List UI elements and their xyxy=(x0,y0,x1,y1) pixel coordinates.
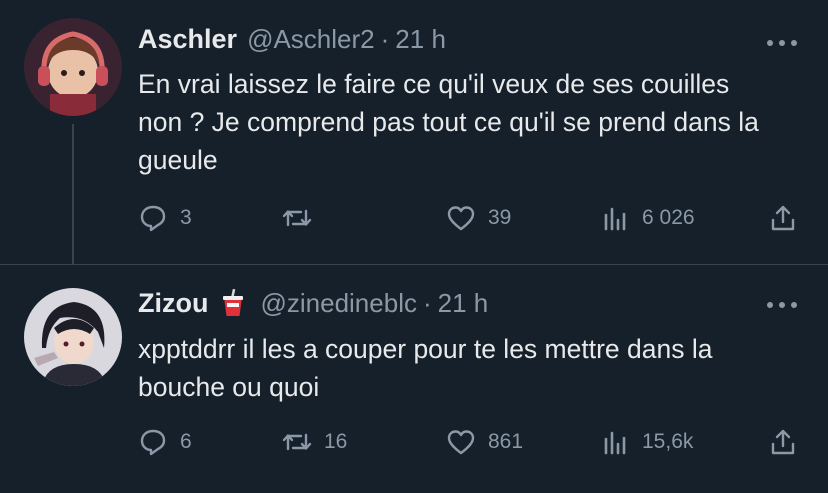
retweet-button[interactable]: 16 xyxy=(282,422,347,462)
more-options-icon[interactable] xyxy=(762,28,802,58)
display-name[interactable]: Aschler xyxy=(138,24,237,55)
views-count: 6 026 xyxy=(642,206,695,229)
share-icon xyxy=(771,205,795,231)
share-button[interactable] xyxy=(768,198,798,238)
reply-icon xyxy=(140,205,166,232)
share-icon xyxy=(771,429,795,455)
handle[interactable]: @zinedineblc xyxy=(260,288,416,319)
more-options-icon[interactable] xyxy=(762,290,802,320)
display-name[interactable]: Zizou xyxy=(138,288,208,319)
tweet-text: En vrai laissez le faire ce qu'il veux d… xyxy=(138,69,759,175)
views-button[interactable]: 6 026 xyxy=(600,198,695,238)
timestamp[interactable]: 21 h xyxy=(395,24,446,55)
separator-dot: · xyxy=(380,23,390,54)
like-button[interactable]: 39 xyxy=(446,198,511,238)
reply-button[interactable]: 3 xyxy=(138,198,192,238)
reply-count: 3 xyxy=(180,206,192,229)
tweet-actions: 3 39 6 026 xyxy=(138,198,808,238)
like-count: 39 xyxy=(488,206,512,229)
reply-icon xyxy=(140,429,166,456)
tweet[interactable]: Aschler @Aschler2 · 21 h En vrai laissez… xyxy=(0,0,828,265)
retweet-count: 16 xyxy=(324,430,348,453)
timestamp[interactable]: 21 h xyxy=(438,288,489,319)
avatar-headphones-character-icon xyxy=(24,18,122,116)
retweet-icon xyxy=(282,209,312,227)
retweet-button[interactable] xyxy=(282,198,324,238)
tweet-actions: 6 16 861 15,6k xyxy=(138,422,808,462)
like-button[interactable]: 861 xyxy=(446,422,523,462)
views-button[interactable]: 15,6k xyxy=(600,422,693,462)
reply-button[interactable]: 6 xyxy=(138,422,192,462)
share-button[interactable] xyxy=(768,422,798,462)
retweet-icon xyxy=(282,433,312,451)
separator-dot: · xyxy=(422,287,432,318)
avatar[interactable] xyxy=(24,288,122,386)
tweet-header: Zizou @zinedineblc · 21 h xyxy=(138,286,488,320)
avatar-anime-character-icon xyxy=(24,288,122,386)
like-count: 861 xyxy=(488,430,524,453)
handle[interactable]: @Aschler2 xyxy=(247,24,375,55)
views-count: 15,6k xyxy=(642,430,694,453)
reply-count: 6 xyxy=(180,430,192,453)
avatar[interactable] xyxy=(24,18,122,116)
tweet[interactable]: Zizou @zinedineblc · 21 h xpptddrr il le… xyxy=(0,265,828,493)
cup-with-straw-icon xyxy=(220,288,246,318)
tweet-text: xpptddrr il les a couper pour te les met… xyxy=(138,334,713,402)
thread-line xyxy=(72,124,74,265)
heart-icon xyxy=(447,206,475,231)
tweet-header: Aschler @Aschler2 · 21 h xyxy=(138,22,446,56)
heart-icon xyxy=(447,430,475,455)
views-chart-icon xyxy=(604,207,626,231)
views-chart-icon xyxy=(604,431,626,455)
